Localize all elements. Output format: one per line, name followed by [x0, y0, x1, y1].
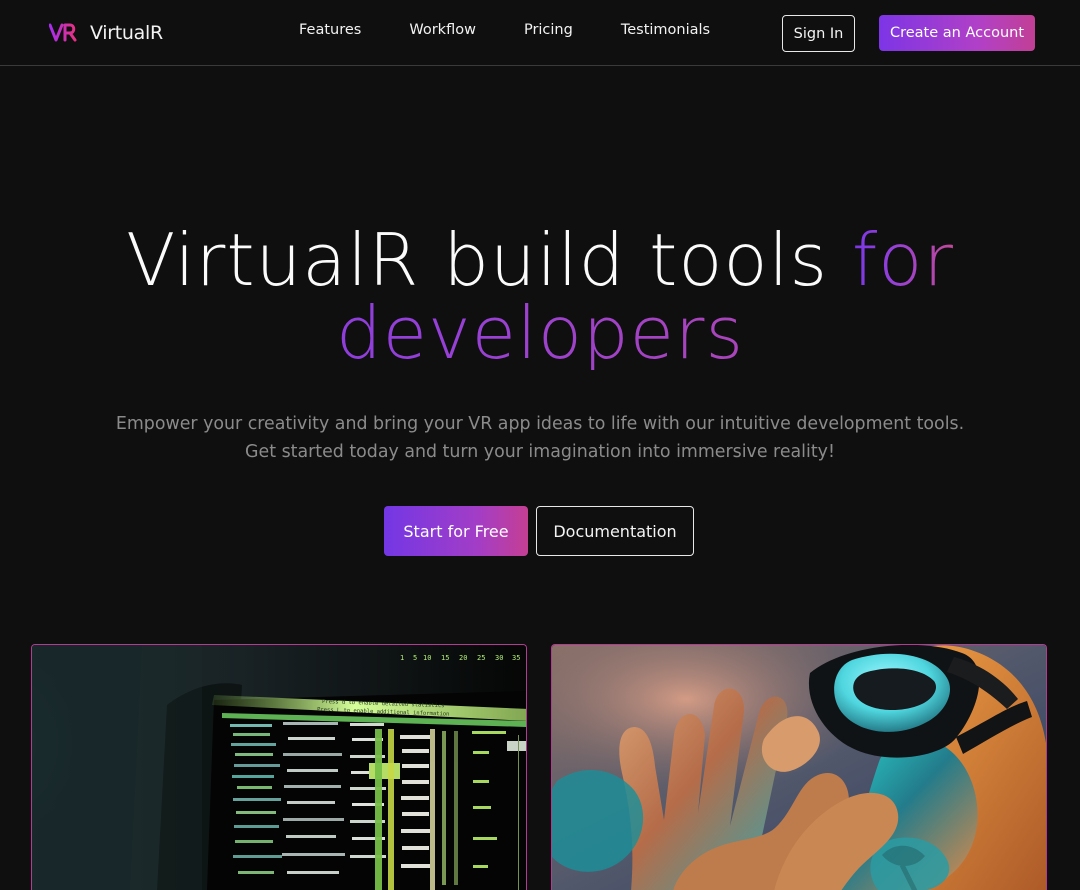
terminal-label-25: 25	[477, 654, 485, 662]
terminal-label-30: 30	[495, 654, 503, 662]
nav-link-features[interactable]: Features	[299, 22, 361, 38]
nav-link-pricing[interactable]: Pricing	[524, 22, 573, 38]
hero-subtitle: Empower your creativity and bring your V…	[0, 410, 1080, 466]
vr-headset-person-image	[551, 644, 1047, 890]
hero-title-line-1: VirtualR build tools for	[0, 224, 1080, 297]
brand-name: VirtualR	[90, 22, 163, 44]
hero-title-accent-for: for	[851, 218, 954, 302]
hero-title: VirtualR build tools for developers	[0, 224, 1080, 370]
vr-logo-icon	[49, 23, 77, 42]
hero-subtitle-line-2: Get started today and turn your imaginat…	[245, 442, 835, 462]
create-account-button[interactable]: Create an Account	[879, 15, 1035, 51]
terminal-label-35: 35	[512, 654, 520, 662]
terminal-label-1: 1	[400, 654, 404, 662]
start-for-free-button[interactable]: Start for Free	[384, 506, 528, 556]
main-nav-links: Features Workflow Pricing Testimonials	[299, 22, 710, 38]
hero-title-accent-developers: developers	[0, 297, 1080, 370]
sign-in-button[interactable]: Sign In	[782, 15, 855, 52]
top-navigation: VirtualR Features Workflow Pricing Testi…	[0, 0, 1080, 66]
nav-link-workflow[interactable]: Workflow	[409, 22, 476, 38]
terminal-label-15: 15	[441, 654, 449, 662]
hero-title-plain: VirtualR build tools	[126, 218, 829, 302]
code-terminal-illustration: 1 5 10 15 20 25 30 35 Press d to enable …	[32, 645, 526, 890]
nav-link-testimonials[interactable]: Testimonials	[621, 22, 710, 38]
brand-logo[interactable]: VirtualR	[49, 20, 163, 46]
hero-subtitle-line-1: Empower your creativity and bring your V…	[115, 414, 965, 434]
terminal-label-10: 10	[423, 654, 431, 662]
code-terminal-image: 1 5 10 15 20 25 30 35 Press d to enable …	[31, 644, 527, 890]
terminal-label-5: 5	[413, 654, 417, 662]
documentation-button[interactable]: Documentation	[536, 506, 694, 556]
terminal-label-20: 20	[459, 654, 467, 662]
vr-headset-illustration	[552, 645, 1046, 890]
